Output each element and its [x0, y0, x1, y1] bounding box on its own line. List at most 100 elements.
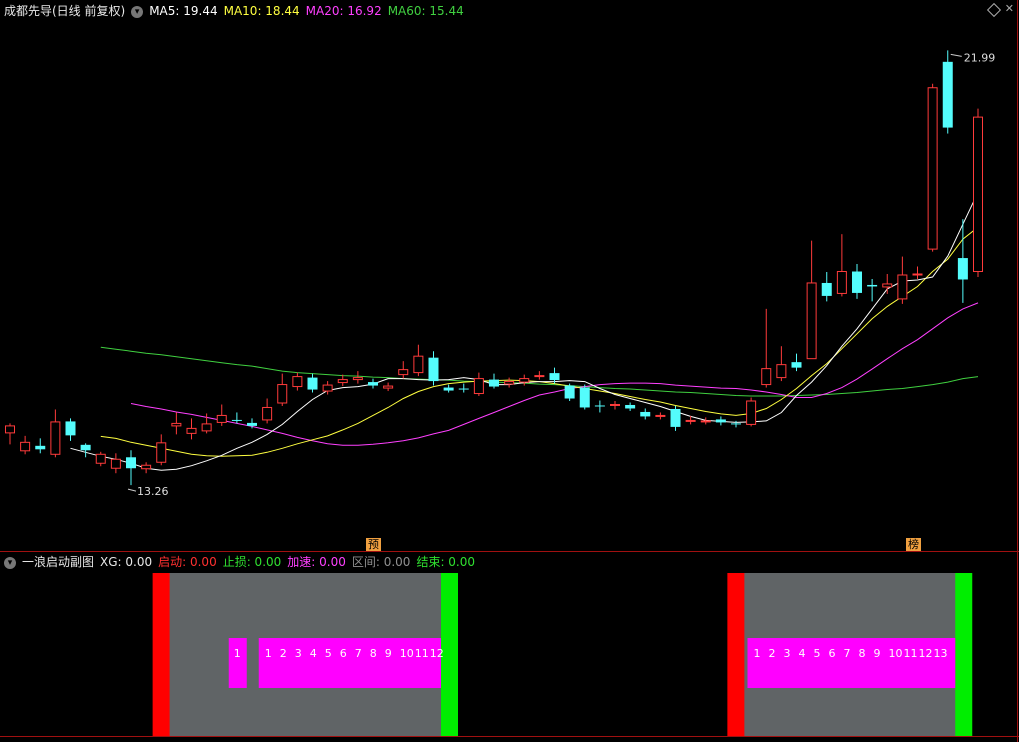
count-number: 8: [370, 647, 377, 660]
count-box: [228, 638, 247, 688]
candle-body: [247, 422, 257, 426]
candle-body: [443, 387, 454, 391]
count-number: 9: [874, 647, 881, 660]
start-value: 启动: 0.00: [158, 555, 217, 569]
candle-body: [670, 408, 681, 427]
candle-body: [852, 271, 862, 293]
candle-body: [700, 420, 711, 423]
main-header: 成都先导(日线 前复权) ▾ MA5: 19.44 MA10: 18.44 MA20: …: [4, 2, 470, 20]
candle-body: [337, 379, 348, 384]
count-number: 7: [844, 647, 851, 660]
candle-body: [5, 425, 15, 434]
candle-body: [594, 405, 605, 407]
chart-canvas[interactable]: 21.9913.26 1 1 2 3 4 5 6 7 8 9 10 11 12 1 2 3 4 5 6 7 8 9 10 11…: [0, 0, 1019, 742]
count-band: [747, 638, 956, 688]
candle-body: [277, 384, 288, 404]
count-number: 12: [430, 647, 444, 660]
count-number: 4: [310, 647, 317, 660]
candle: [973, 108, 983, 277]
candle-body: [186, 427, 197, 434]
count-number: 9: [385, 647, 392, 660]
count-number: 3: [784, 647, 791, 660]
candle-body: [262, 406, 273, 421]
candle-body: [836, 271, 847, 294]
count-band: [258, 638, 441, 688]
candle-body: [640, 411, 651, 417]
count-number: 6: [340, 647, 347, 660]
stoploss-value: 止损: 0.00: [222, 555, 282, 569]
candle-body: [731, 423, 741, 425]
candle-body: [957, 258, 968, 280]
count-number: 11: [904, 647, 918, 660]
ma5-value: MA5: 19.44: [149, 4, 218, 18]
candle-body: [973, 116, 983, 273]
count-number: 10: [889, 647, 903, 660]
candle-body: [625, 404, 636, 409]
high-price-label: 21.99: [964, 51, 996, 64]
candle-body: [368, 382, 378, 386]
candle-body: [20, 441, 31, 452]
candle-body: [141, 464, 152, 470]
count-number: 3: [295, 647, 302, 660]
candle: [579, 384, 590, 410]
candle-body: [867, 284, 878, 287]
end-bar: [955, 573, 973, 736]
candle-body: [65, 421, 76, 436]
candle-body: [50, 421, 61, 455]
end-value: 结束: 0.00: [416, 555, 476, 569]
candle-body: [579, 387, 590, 408]
candle: [746, 397, 757, 427]
candle-body: [95, 453, 106, 464]
candle-body: [489, 379, 499, 387]
candle-body: [685, 419, 696, 422]
candle-body: [564, 385, 575, 399]
count-number: 2: [769, 647, 776, 660]
candle-body: [610, 403, 620, 406]
count-number: 1: [754, 647, 761, 660]
close-icon[interactable]: ✕: [1005, 2, 1014, 15]
candle-body: [504, 381, 515, 385]
xg-value: XG: 0.00: [100, 555, 153, 569]
candle-body: [912, 273, 923, 276]
candle-body: [473, 378, 484, 395]
candle-body: [35, 445, 46, 450]
candle-body: [882, 283, 893, 288]
count-number: 6: [829, 647, 836, 660]
candle-body: [761, 368, 772, 386]
candle-body: [791, 362, 802, 368]
candle-body: [216, 414, 227, 423]
candle-body: [806, 282, 817, 360]
candle-body: [322, 384, 333, 392]
count-number: 4: [799, 647, 806, 660]
candle-body: [126, 457, 136, 469]
candle-body: [458, 388, 469, 390]
candle-body: [776, 364, 787, 379]
candle: [942, 50, 953, 134]
ranking-marker[interactable]: 榜: [906, 538, 921, 551]
count-number: 7: [355, 647, 362, 660]
forecast-marker[interactable]: 预: [366, 538, 381, 551]
count-number: 13: [934, 647, 948, 660]
stock-title[interactable]: 成都先导(日线 前复权): [4, 4, 125, 18]
accelerate-value: 加速: 0.00: [287, 555, 346, 569]
candle-body: [715, 419, 726, 423]
candle-body: [307, 377, 318, 390]
start-bar: [727, 573, 745, 736]
candle-body: [897, 274, 908, 300]
candle-body: [746, 400, 757, 425]
count-number: 12: [919, 647, 933, 660]
candle: [564, 383, 575, 401]
ma20-value: MA20: 16.92: [305, 4, 382, 18]
indicator-title[interactable]: 一浪启动副图: [22, 555, 94, 569]
dropdown-icon[interactable]: ▾: [131, 5, 144, 18]
candle-body: [171, 422, 182, 427]
low-price-label: 13.26: [137, 485, 169, 498]
count-number: 1: [265, 647, 272, 660]
candle-body: [352, 377, 363, 381]
dropdown-icon[interactable]: ▾: [4, 556, 16, 569]
candle: [927, 83, 938, 252]
candle-body: [821, 282, 832, 296]
count-number: 5: [325, 647, 332, 660]
candle-body: [398, 369, 409, 376]
ma60-value: MA60: 15.44: [387, 4, 464, 18]
